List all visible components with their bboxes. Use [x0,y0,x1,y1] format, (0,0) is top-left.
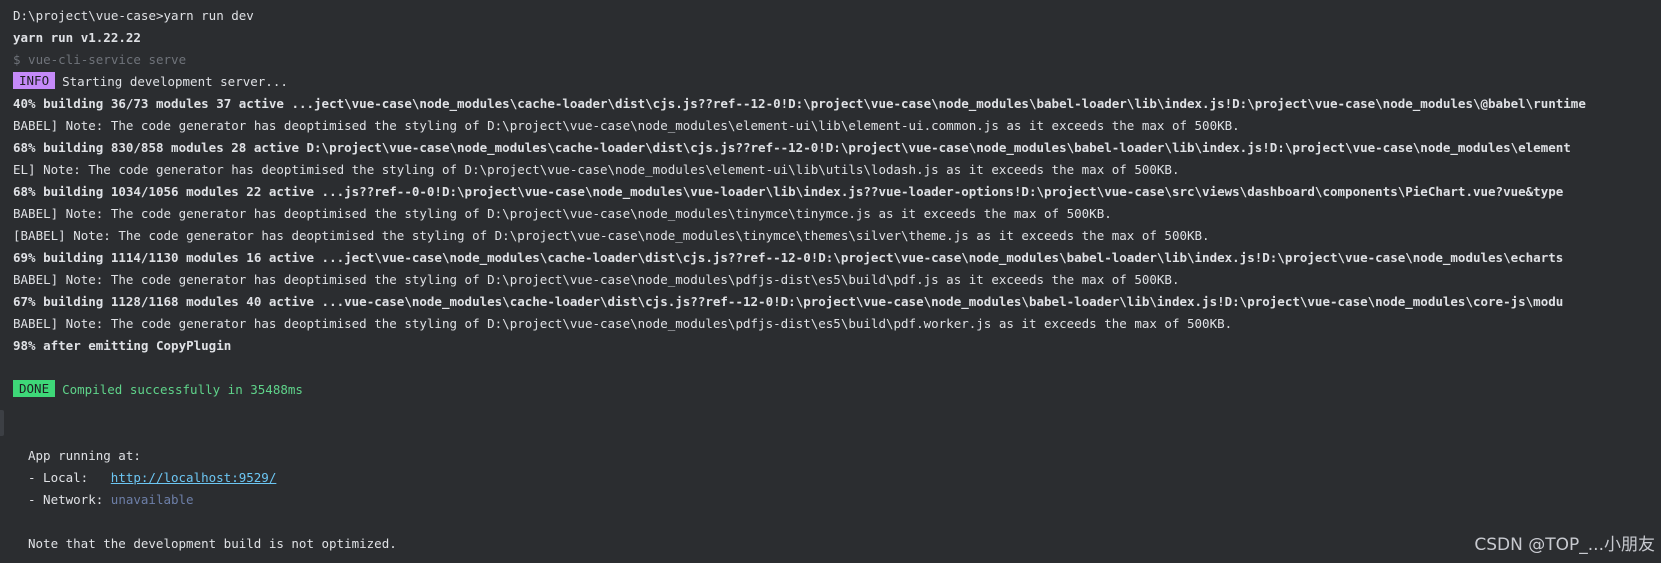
info-line: INFO Starting development server... [13,71,1661,93]
build-log: 40% building 36/73 modules 37 active ...… [13,93,1661,357]
terminal-gutter [0,0,6,563]
local-url-line: - Local: http://localhost:9529/ [13,467,1661,489]
local-url-link[interactable]: http://localhost:9529/ [111,470,277,485]
log-line: BABEL] Note: The code generator has deop… [13,316,1233,331]
network-label: - Network: [28,492,111,507]
done-badge: DONE [13,380,56,397]
csdn-watermark: CSDN @TOP_...小朋友 [1474,535,1655,555]
app-running-heading: App running at: [28,448,141,463]
serve-command-line: $ vue-cli-service serve [13,52,187,67]
info-text: Starting development server... [62,74,288,89]
yarn-version-line: yarn run v1.22.22 [13,30,141,45]
log-line: [BABEL] Note: The code generator has deo… [13,228,1210,243]
done-line: DONE Compiled successfully in 35488ms [13,379,1661,401]
log-line: 68% building 1034/1056 modules 22 active… [13,184,1564,199]
local-label: - Local: [28,470,111,485]
network-value: unavailable [110,492,194,507]
log-line: BABEL] Note: The code generator has deop… [13,272,1180,287]
log-line: BABEL] Note: The code generator has deop… [13,118,1240,133]
build-note: Note that the development build is not o… [28,536,397,551]
done-text: Compiled successfully in 35488ms [62,382,303,397]
log-line: 68% building 830/858 modules 28 active D… [13,140,1571,155]
network-line: - Network: unavailable [13,489,1661,511]
log-line: EL] Note: The code generator has deoptim… [13,162,1180,177]
terminal-output[interactable]: D:\project\vue-case>yarn run dev yarn ru… [13,5,1661,563]
info-badge: INFO [13,72,56,89]
log-line: 69% building 1114/1130 modules 16 active… [13,250,1564,265]
command-prompt-line: D:\project\vue-case>yarn run dev [13,8,254,23]
log-line: BABEL] Note: The code generator has deop… [13,206,1112,221]
log-line: 67% building 1128/1168 modules 40 active… [13,294,1564,309]
log-line: 98% after emitting CopyPlugin [13,338,232,353]
gutter-marker [0,410,4,436]
log-line: 40% building 36/73 modules 37 active ...… [13,96,1586,111]
